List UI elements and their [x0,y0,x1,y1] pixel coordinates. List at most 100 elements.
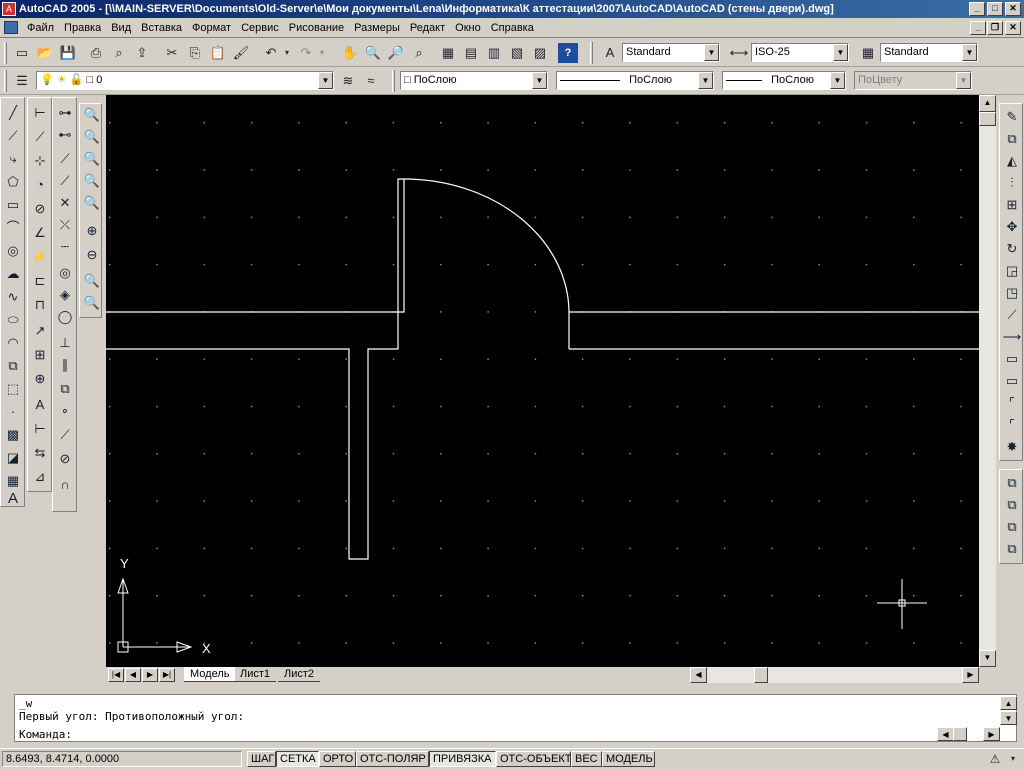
dimension-edit-icon[interactable]: A [29,394,51,416]
ellipse-icon[interactable]: ⬭ [2,309,24,331]
dim-style-select[interactable]: ISO-25 ▼ [751,43,849,62]
angular-dimension-icon[interactable]: ∠ [29,222,51,244]
linetype-select[interactable]: ПоСлою ▼ [556,71,714,90]
first-tab-icon[interactable]: |◀ [108,668,124,682]
spline-icon[interactable]: ∿ [2,286,24,308]
dimension-update-icon[interactable]: ⇆ [29,442,51,464]
status-toggle-button[interactable]: ВЕС [571,751,602,767]
snap-quadrant-icon[interactable]: ◈ [54,284,76,306]
line-icon[interactable]: ╱ [2,102,24,124]
status-toggle-button[interactable]: ОРТО [319,751,356,767]
menu-format[interactable]: Формат [187,18,236,38]
redo-icon[interactable]: ↷ [296,43,316,63]
snap-node-icon[interactable]: ∘ [54,400,76,422]
temp-tracking-icon[interactable]: ⊶ [54,102,76,124]
zoom-realtime-icon[interactable]: 🔍 [363,43,383,63]
snap-apparent-intersection-icon[interactable]: ⤫ [54,214,76,236]
table-style-icon[interactable]: ▦ [858,43,878,63]
trim-icon[interactable]: ⟋ [1001,304,1023,326]
open-folder-icon[interactable]: 📂 [35,43,55,63]
copy-icon[interactable]: ⎘ [185,43,205,63]
ordinate-dimension-icon[interactable]: ⊹ [29,150,51,172]
drawing-area[interactable]: Y X [106,95,979,667]
zoom-window-tool-icon[interactable]: 🔍 [81,104,103,126]
scroll-left-icon[interactable]: ◀ [690,667,707,683]
menu-file[interactable]: Файл [22,18,59,38]
zoom-out-icon[interactable]: ⊖ [81,244,103,266]
diameter-dimension-icon[interactable]: ⊘ [29,198,51,220]
menu-dimension[interactable]: Размеры [349,18,405,38]
send-under-icon[interactable]: ⧉ [1001,538,1023,560]
baseline-dimension-icon[interactable]: ⊏ [29,270,51,292]
plot-preview-icon[interactable]: ⌕ [109,43,129,63]
extend-icon[interactable]: ⟶ [1001,326,1023,348]
snap-extension-icon[interactable]: ┄ [54,236,76,258]
help-icon[interactable]: ? [558,43,578,63]
document-icon[interactable] [4,21,18,34]
status-toggle-button[interactable]: ПРИВЯЗКА [429,751,496,767]
layer-select[interactable]: 💡 ☀ 🔓 □ 0 ▼ [36,71,334,90]
maximize-button[interactable]: □ [987,2,1003,16]
doc-restore-button[interactable]: ❐ [987,21,1003,35]
cmd-scroll-right-icon[interactable]: ▶ [983,727,1000,741]
zoom-extents-icon[interactable]: 🔍 [81,292,103,314]
erase-icon[interactable]: ✎ [1001,106,1023,128]
point-icon[interactable]: · [2,401,24,423]
text-style-icon[interactable]: A [600,43,620,63]
status-toggle-button[interactable]: МОДЕЛЬ [602,751,655,767]
revision-cloud-icon[interactable]: ☁ [2,263,24,285]
center-mark-icon[interactable]: ⊕ [29,368,51,390]
linear-dimension-icon[interactable]: ⊢ [29,102,51,124]
zoom-in-icon[interactable]: ⊕ [81,220,103,242]
move-icon[interactable]: ✥ [1001,216,1023,238]
snap-center-icon[interactable]: ◎ [54,262,76,284]
status-menu-icon[interactable]: ▾ [1006,749,1020,767]
zoom-all-icon[interactable]: 🔍 [81,270,103,292]
command-prompt[interactable]: Команда: [19,728,72,741]
snap-none-icon[interactable]: ⊘ [54,448,76,470]
menu-tools[interactable]: Сервис [236,18,284,38]
paste-icon[interactable]: 📋 [208,43,228,63]
break-icon[interactable]: ▭ [1001,370,1023,392]
vertical-scroll-thumb[interactable] [979,112,996,126]
undo-dropdown-icon[interactable]: ▾ [282,43,292,63]
snap-perpendicular-icon[interactable]: ⊥ [54,332,76,354]
snap-insert-icon[interactable]: ⧉ [54,378,76,400]
multiline-text-icon[interactable]: A [2,488,24,510]
insert-block-icon[interactable]: ⧉ [2,355,24,377]
snap-tangent-icon[interactable]: ◯ [54,306,76,328]
radius-dimension-icon[interactable]: ◔ [29,174,51,196]
menu-draw[interactable]: Рисование [284,18,349,38]
doc-close-button[interactable]: ✕ [1005,21,1021,35]
cmd-hscroll-thumb[interactable] [953,727,967,741]
hatch-icon[interactable]: ▩ [2,424,24,446]
menu-window[interactable]: Окно [450,18,486,38]
design-center-icon[interactable]: ▤ [461,43,481,63]
scroll-down-icon[interactable]: ▼ [979,650,996,667]
status-toggle-button[interactable]: ОТС-ОБЪЕКТ [496,751,571,767]
horizontal-scrollbar[interactable]: ◀ ▶ [690,667,979,683]
tab-layout2[interactable]: Лист2 [278,667,321,682]
cmd-scroll-left-icon[interactable]: ◀ [937,727,954,741]
rotate-icon[interactable]: ↻ [1001,238,1023,260]
scale-icon[interactable]: ◲ [1001,260,1023,282]
snap-intersection-icon[interactable]: ✕ [54,192,76,214]
color-select[interactable]: □ ПоСлою ▼ [400,71,548,90]
redo-dropdown-icon[interactable]: ▾ [317,43,327,63]
cut-icon[interactable]: ✂ [162,43,182,63]
bring-to-front-icon[interactable]: ⧉ [1001,472,1023,494]
new-file-icon[interactable]: ▭ [12,43,32,63]
coordinates-display[interactable]: 8.6493, 8.4714, 0.0000 [2,751,242,767]
close-button[interactable]: ✕ [1005,2,1021,16]
last-tab-icon[interactable]: ▶| [159,668,175,682]
make-block-icon[interactable]: ⬚ [2,378,24,400]
zoom-scale-icon[interactable]: 🔍 [81,148,103,170]
status-toggle-button[interactable]: ОТС-ПОЛЯР [356,751,429,767]
snap-nearest-icon[interactable]: ⟋ [54,424,76,446]
publish-icon[interactable]: ⇪ [132,43,152,63]
polyline-icon[interactable]: ⤷ [2,148,24,170]
fillet-icon[interactable]: ⌜ [1001,414,1023,436]
properties-icon[interactable]: ▦ [438,43,458,63]
command-window[interactable]: _w Первый угол: Противоположный угол: Ко… [14,694,1017,742]
menu-edit[interactable]: Правка [59,18,106,38]
